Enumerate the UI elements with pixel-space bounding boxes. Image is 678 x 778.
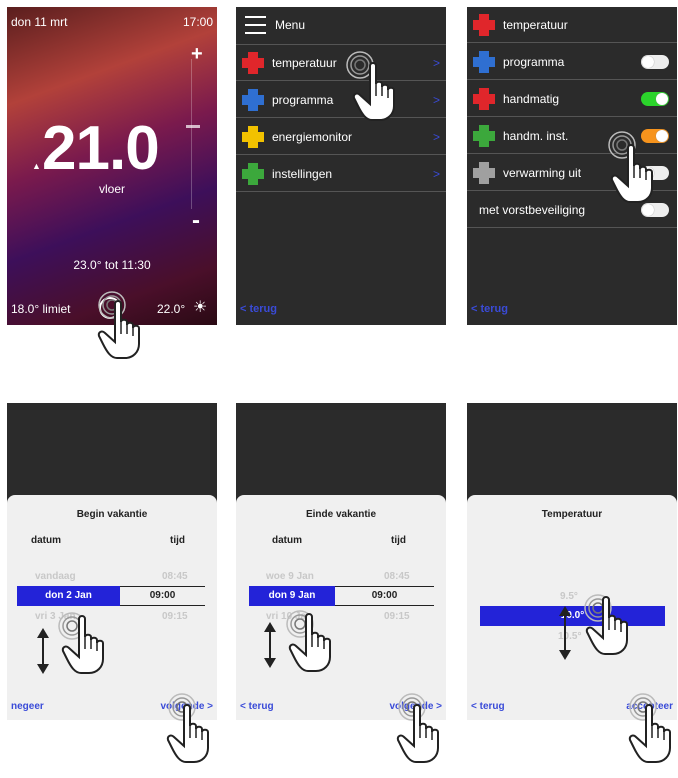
picker-next-temp[interactable]: 10.5°: [558, 631, 581, 642]
chevron-right-icon: >: [432, 129, 440, 144]
setting-label: handm. inst.: [503, 128, 569, 143]
date-time-picker-sheet: Begin vakantie datum tijd vandaag 08:45 …: [7, 495, 217, 720]
picker-next-date[interactable]: vri 3 Jan: [35, 611, 76, 622]
minus-button[interactable]: -: [192, 207, 200, 235]
chevron-right-icon: >: [432, 166, 440, 181]
menu-item-label: temperatuur: [272, 55, 337, 70]
einde-vakantie-screen: Einde vakantie datum tijd woe 9 Jan 08:4…: [236, 403, 446, 720]
column-header-date: datum: [272, 535, 302, 546]
slider-thumb[interactable]: [186, 125, 200, 128]
chevron-right-icon: >: [432, 92, 440, 107]
menu-screen: Menu temperatuur > programma > energiemoni…: [236, 7, 446, 325]
setting-label: temperatuur: [503, 17, 568, 32]
triangle-icon: ▲: [32, 161, 41, 171]
hamburger-icon[interactable]: [245, 16, 266, 34]
setting-row-temperatuur[interactable]: temperatuur: [467, 7, 677, 43]
back-button[interactable]: < terug: [471, 303, 508, 315]
sheet-title: Begin vakantie: [76, 509, 148, 520]
date-time-picker-sheet: Einde vakantie datum tijd woe 9 Jan 08:4…: [236, 495, 446, 720]
menu-title: Menu: [275, 18, 306, 32]
outside-temp-label: 22.0°: [157, 302, 186, 316]
next-button[interactable]: volgende >: [160, 701, 213, 712]
picker-selected-temp[interactable]: 10.0°: [480, 606, 665, 626]
picker-prev-time[interactable]: 08:45: [384, 571, 410, 582]
thermometer-icon: [242, 51, 264, 74]
vorstbeveiliging-toggle[interactable]: [641, 202, 669, 217]
setting-row-verwarming-uit[interactable]: verwarming uit: [467, 155, 677, 191]
begin-vakantie-screen: Begin vakantie datum tijd vandaag 08:45 …: [7, 403, 217, 720]
back-button[interactable]: < terug: [240, 701, 274, 712]
current-temperature: 21.0: [42, 114, 160, 183]
program-icon: [242, 88, 264, 111]
heating-off-icon: [473, 161, 495, 184]
manual-icon: [473, 87, 495, 110]
ignore-button[interactable]: negeer: [11, 701, 44, 712]
handmatig-toggle[interactable]: [641, 91, 669, 106]
picker-selected-date[interactable]: don 9 Jan: [249, 586, 335, 606]
setting-row-vorstbeveiliging[interactable]: met vorstbeveiliging: [467, 192, 677, 228]
menu-item-label: programma: [272, 92, 334, 107]
weather-icon: ☀: [193, 299, 208, 316]
next-button[interactable]: volgende >: [389, 701, 442, 712]
picker-prev-date[interactable]: vandaag: [35, 571, 76, 582]
accept-button[interactable]: accepteer: [626, 701, 673, 712]
setting-row-handmatig[interactable]: handmatig: [467, 81, 677, 117]
handm-inst-toggle[interactable]: [641, 128, 669, 143]
sheet-title: Temperatuur: [541, 509, 603, 520]
chevron-right-icon: >: [432, 55, 440, 70]
back-button[interactable]: < terug: [240, 303, 277, 315]
column-header-time: tijd: [391, 535, 406, 546]
picker-selected-time[interactable]: 09:00: [335, 586, 434, 606]
menu-item-temperatuur[interactable]: temperatuur >: [236, 45, 446, 81]
picker-selected-time[interactable]: 09:00: [120, 586, 205, 606]
time-label: 17:00: [182, 15, 213, 29]
programma-toggle[interactable]: [641, 54, 669, 69]
zone-label: vloer: [98, 182, 125, 196]
temperatuur-screen: Temperatuur 9.5° 10.0° 10.5° < terug acc…: [467, 403, 677, 720]
column-header-time: tijd: [170, 535, 185, 546]
picker-next-time[interactable]: 09:15: [384, 611, 410, 622]
manual-settings-icon: [473, 124, 495, 147]
back-button[interactable]: < terug: [471, 701, 505, 712]
verwarming-uit-toggle[interactable]: [641, 165, 669, 180]
thermometer-icon: [473, 13, 495, 36]
setting-label: met vorstbeveiliging: [479, 202, 586, 217]
setting-label: programma: [503, 54, 565, 69]
setting-label: verwarming uit: [503, 165, 582, 180]
temperature-picker-sheet: Temperatuur 9.5° 10.0° 10.5° < terug acc…: [467, 495, 677, 720]
picker-prev-time[interactable]: 08:45: [162, 571, 188, 582]
holiday-button[interactable]: [99, 297, 121, 319]
settings-icon: [242, 162, 264, 185]
menu-item-programma[interactable]: programma >: [236, 82, 446, 118]
picker-prev-temp[interactable]: 9.5°: [560, 591, 578, 602]
date-label: don 11 mrt: [11, 15, 68, 29]
setting-label: handmatig: [503, 91, 560, 106]
menu-item-label: energiemonitor: [272, 129, 353, 144]
limit-label: 18.0° limiet: [11, 302, 71, 316]
menu-item-instellingen[interactable]: instellingen >: [236, 156, 446, 192]
program-icon: [473, 50, 495, 73]
setting-row-programma[interactable]: programma: [467, 44, 677, 80]
settings-screen: temperatuur programma handmatig handm. i…: [467, 7, 677, 325]
picker-next-date[interactable]: vri 10 Jan: [266, 611, 312, 622]
menu-item-energiemonitor[interactable]: energiemonitor >: [236, 119, 446, 155]
setting-row-handm-inst[interactable]: handm. inst.: [467, 118, 677, 154]
plus-button[interactable]: +: [191, 43, 203, 66]
picker-next-time[interactable]: 09:15: [162, 611, 188, 622]
schedule-label: 23.0° tot 11:30: [73, 258, 151, 272]
home-screen: don 11 mrt 17:00 + - ▲ 21.0 vloer 23.0° …: [7, 7, 217, 325]
picker-selected-date[interactable]: don 2 Jan: [17, 586, 120, 606]
menu-item-label: instellingen: [272, 166, 333, 181]
picker-prev-date[interactable]: woe 9 Jan: [266, 571, 314, 582]
sheet-title: Einde vakantie: [305, 509, 377, 520]
energy-icon: [242, 125, 264, 148]
column-header-date: datum: [31, 535, 61, 546]
